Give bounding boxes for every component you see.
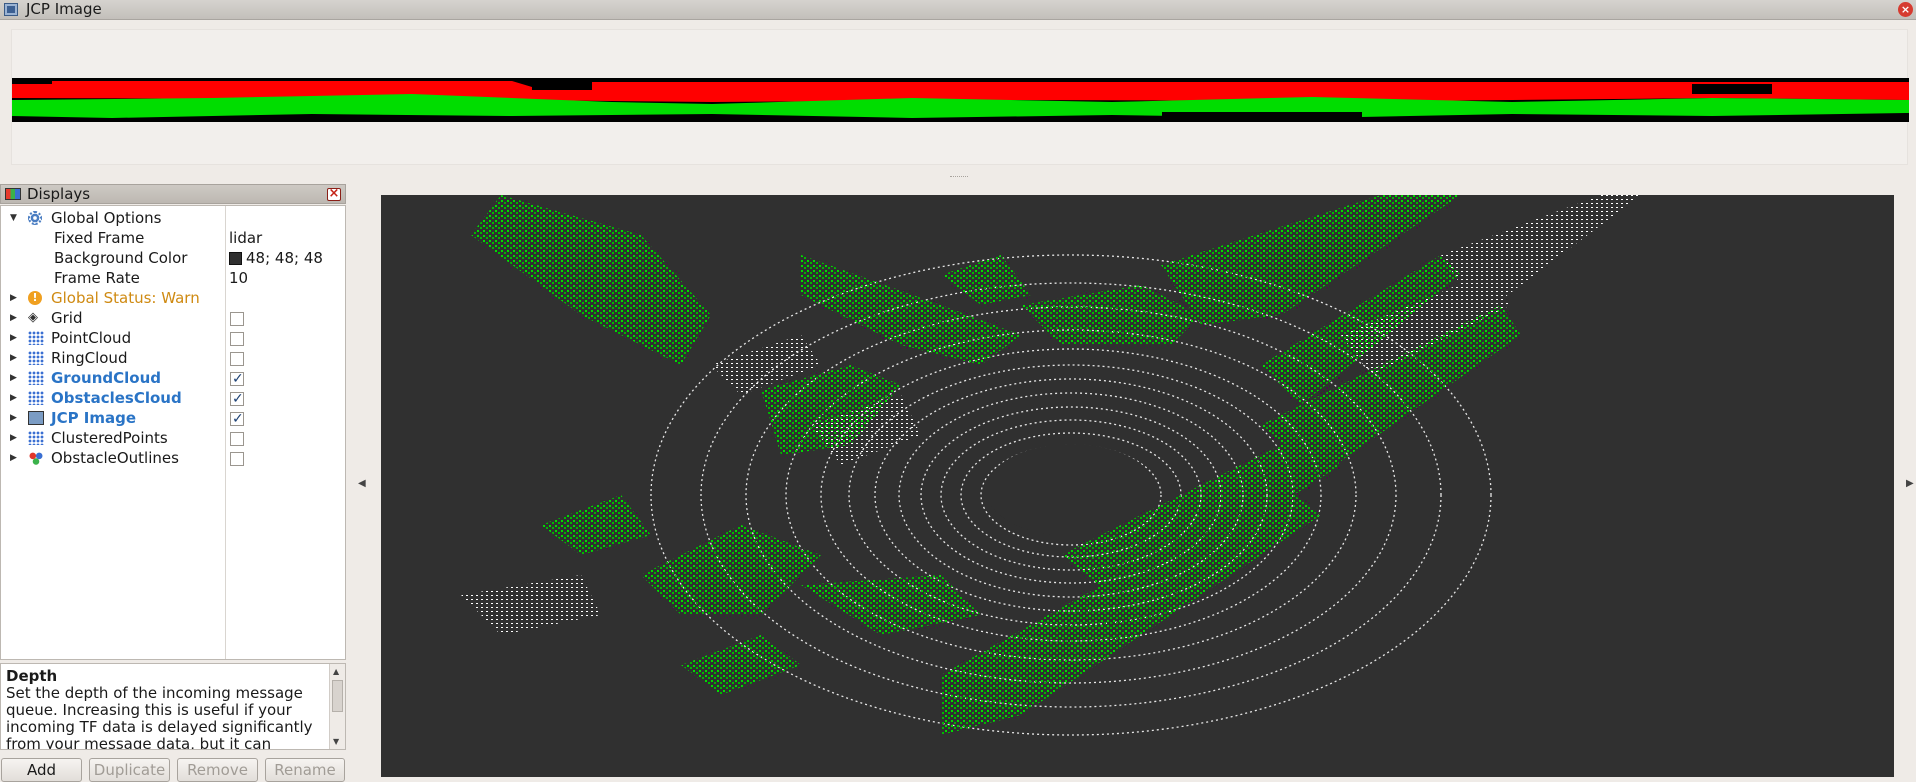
row-label: GroundCloud [51, 369, 161, 387]
image-window-icon [4, 3, 18, 16]
row-label: RingCloud [51, 349, 128, 367]
jcp-image-panel [11, 29, 1909, 165]
fixed-frame-value[interactable]: lidar [229, 228, 262, 248]
collapse-left-arrow-icon[interactable]: ◀ [358, 478, 366, 489]
gear-icon [28, 211, 42, 225]
help-text: Set the depth of the incoming message qu… [6, 684, 313, 750]
collapsed-arrow-icon[interactable]: ▶ [10, 288, 20, 308]
image-icon [28, 411, 44, 425]
displays-title: Displays [27, 185, 91, 203]
scroll-up-icon[interactable]: ▲ [333, 667, 339, 676]
pointcloud-icon [28, 351, 44, 365]
row-label: PointCloud [51, 329, 132, 347]
tree-row-pointcloud[interactable]: ▶ PointCloud [1, 328, 345, 348]
collapsed-arrow-icon[interactable]: ▶ [10, 328, 20, 348]
expanded-arrow-icon[interactable]: ▼ [10, 208, 20, 228]
clusteredpoints-checkbox[interactable] [230, 432, 244, 446]
collapsed-arrow-icon[interactable]: ▶ [10, 448, 20, 468]
obstacleoutlines-checkbox[interactable] [230, 452, 244, 466]
ringcloud-checkbox[interactable] [230, 352, 244, 366]
background-color-value[interactable]: 48; 48; 48 [229, 248, 323, 268]
tree-row-grid[interactable]: ▶ ◈ Grid [1, 308, 345, 328]
tree-row-obstaclescloud[interactable]: ▶ ObstaclesCloud [1, 388, 345, 409]
pointcloud-icon [28, 331, 44, 345]
grid-checkbox[interactable] [230, 312, 244, 326]
marker-array-icon [28, 451, 44, 465]
tree-row-obstacleoutlines[interactable]: ▶ ObstacleOutlines [1, 448, 345, 468]
obstaclescloud-checkbox[interactable] [230, 389, 244, 409]
pointcloud-icon [28, 431, 44, 445]
scroll-thumb[interactable] [332, 680, 343, 712]
tree-row-global-options[interactable]: ▼ Global Options [1, 208, 345, 228]
warning-icon: ! [28, 291, 42, 305]
tree-row-global-status[interactable]: ▶ ! Global Status: Warn [1, 288, 345, 308]
jcp-range-image [12, 78, 1909, 122]
property-help-box: Depth Set the depth of the incoming mess… [0, 663, 346, 750]
window-title: JCP Image [26, 0, 102, 18]
displays-tree: ▼ Global Options Fixed Frame lidar Backg… [0, 205, 346, 660]
row-label: Background Color [54, 249, 188, 267]
row-label: Global Status: Warn [51, 289, 200, 307]
help-title: Depth [6, 667, 58, 685]
displays-header: Displays [0, 184, 346, 204]
tree-row-groundcloud[interactable]: ▶ GroundCloud [1, 368, 345, 389]
window-titlebar: JCP Image × [0, 0, 1916, 20]
obstacle-points [471, 195, 1521, 735]
tree-row-fixed-frame[interactable]: Fixed Frame lidar [1, 228, 345, 248]
tree-row-jcp-image[interactable]: ▶ JCP Image [1, 408, 345, 429]
rename-button[interactable]: Rename [265, 758, 345, 782]
pointcloud-render [461, 195, 1641, 736]
row-label: Global Options [51, 209, 162, 227]
pointcloud-icon [28, 391, 44, 405]
row-label: Grid [51, 309, 83, 327]
collapsed-arrow-icon[interactable]: ▶ [10, 308, 20, 328]
tree-row-frame-rate[interactable]: Frame Rate 10 [1, 268, 345, 288]
help-scrollbar[interactable]: ▲ ▼ [329, 664, 345, 749]
jcp-image-checkbox[interactable] [230, 409, 244, 429]
remove-button[interactable]: Remove [177, 758, 258, 782]
collapse-right-arrow-icon[interactable]: ▶ [1906, 478, 1914, 489]
tree-row-clusteredpoints[interactable]: ▶ ClusteredPoints [1, 428, 345, 448]
pointcloud-checkbox[interactable] [230, 332, 244, 346]
3d-viewport[interactable] [381, 195, 1894, 777]
monitor-icon [5, 188, 21, 200]
collapsed-arrow-icon[interactable]: ▶ [10, 368, 20, 388]
duplicate-button[interactable]: Duplicate [89, 758, 170, 782]
add-button[interactable]: Add [1, 758, 82, 782]
row-label: Fixed Frame [54, 229, 145, 247]
splitter-handle[interactable] [950, 176, 968, 179]
background-color-text: 48; 48; 48 [246, 249, 323, 267]
groundcloud-checkbox[interactable] [230, 369, 244, 389]
row-label: Frame Rate [54, 269, 140, 287]
collapsed-arrow-icon[interactable]: ▶ [10, 428, 20, 448]
close-panel-icon[interactable] [327, 186, 341, 201]
scroll-down-icon[interactable]: ▼ [333, 737, 339, 746]
collapsed-arrow-icon[interactable]: ▶ [10, 348, 20, 368]
row-label: JCP Image [51, 409, 137, 427]
displays-panel: Displays ▼ Global Options Fixed Frame li… [0, 184, 346, 660]
color-swatch [229, 252, 242, 265]
grid-icon: ◈ [28, 310, 38, 325]
close-window-icon[interactable]: × [1898, 2, 1913, 17]
row-label: ClusteredPoints [51, 429, 168, 447]
collapsed-arrow-icon[interactable]: ▶ [10, 388, 20, 408]
collapsed-arrow-icon[interactable]: ▶ [10, 408, 20, 428]
pointcloud-icon [28, 371, 44, 385]
tree-row-ringcloud[interactable]: ▶ RingCloud [1, 348, 345, 368]
tree-row-background-color[interactable]: Background Color 48; 48; 48 [1, 248, 345, 268]
row-label: ObstacleOutlines [51, 449, 179, 467]
frame-rate-value[interactable]: 10 [229, 268, 248, 288]
row-label: ObstaclesCloud [51, 389, 182, 407]
